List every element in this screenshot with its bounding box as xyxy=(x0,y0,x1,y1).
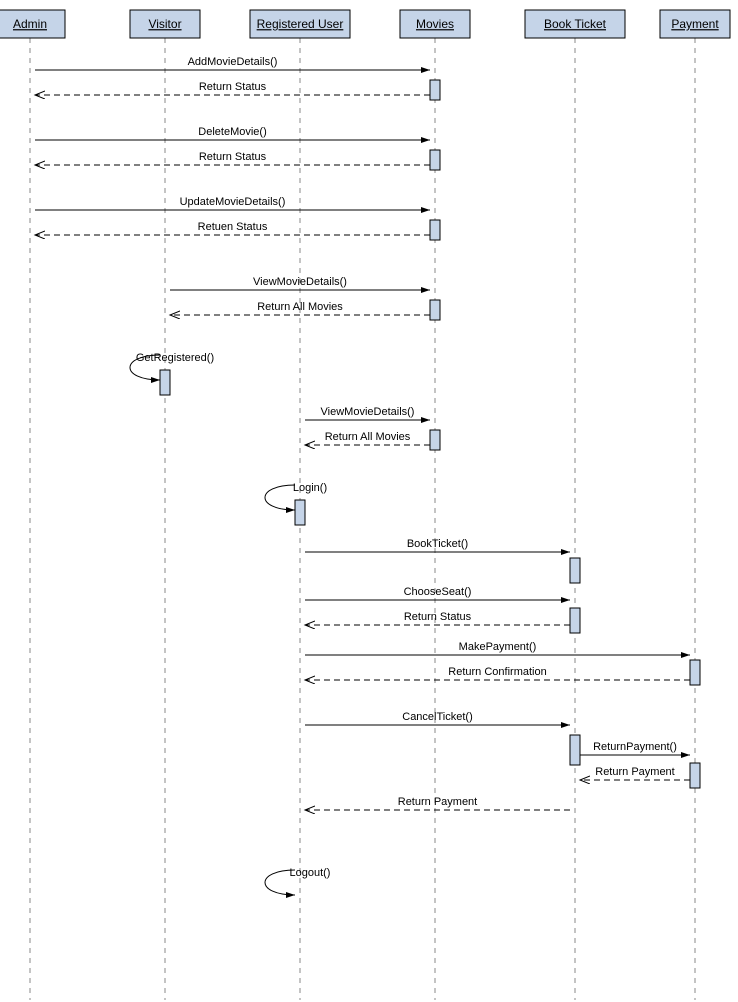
actor-label: Admin xyxy=(13,17,47,31)
activation xyxy=(430,300,440,320)
activation xyxy=(430,80,440,100)
message-label: Logout() xyxy=(290,867,331,879)
activation xyxy=(430,150,440,170)
message: UpdateMovieDetails() xyxy=(35,196,430,210)
actor-label: Payment xyxy=(671,17,719,31)
message-label: MakePayment() xyxy=(459,641,537,653)
actor-movies: Movies xyxy=(400,10,470,38)
message: BookTicket() xyxy=(305,538,570,552)
message-label: GetRegistered() xyxy=(136,352,214,364)
activation xyxy=(570,735,580,765)
message-label: CancelTicket() xyxy=(402,711,473,723)
actor-label: Registered User xyxy=(257,17,344,31)
message: GetRegistered() xyxy=(130,352,214,380)
activation xyxy=(160,370,170,395)
actor-book: Book Ticket xyxy=(525,10,625,38)
message-label: ChooseSeat() xyxy=(404,586,472,598)
message-label: Return Confirmation xyxy=(448,666,546,678)
actor-admin: Admin xyxy=(0,10,65,38)
message: AddMovieDetails() xyxy=(35,56,430,70)
message: ChooseSeat() xyxy=(305,586,570,600)
message-label: BookTicket() xyxy=(407,538,468,550)
message: Return Status xyxy=(35,151,430,165)
message: Return Payment xyxy=(305,796,570,810)
actor-reguser: Registered User xyxy=(250,10,350,38)
activation xyxy=(430,220,440,240)
message-label: Retuen Status xyxy=(198,221,268,233)
message-label: Return Payment xyxy=(595,766,674,778)
message: CancelTicket() xyxy=(305,711,570,725)
message: ReturnPayment() xyxy=(580,741,690,755)
message-label: UpdateMovieDetails() xyxy=(180,196,286,208)
message-label: Return Status xyxy=(199,151,267,163)
message: Logout() xyxy=(265,867,330,895)
message: Return Confirmation xyxy=(305,666,690,680)
message: Return Status xyxy=(35,81,430,95)
message-label: ViewMovieDetails() xyxy=(321,406,415,418)
message: Return Payment xyxy=(580,766,690,780)
actor-label: Book Ticket xyxy=(544,17,607,31)
activation xyxy=(295,500,305,525)
message-label: DeleteMovie() xyxy=(198,126,266,138)
message-label: ViewMovieDetails() xyxy=(253,276,347,288)
actor-label: Movies xyxy=(416,17,454,31)
message-label: Return All Movies xyxy=(257,301,343,313)
activation xyxy=(690,763,700,788)
message: Return All Movies xyxy=(305,431,430,445)
message: DeleteMovie() xyxy=(35,126,430,140)
message-label: Return Status xyxy=(199,81,267,93)
activation xyxy=(430,430,440,450)
actor-label: Visitor xyxy=(148,17,181,31)
activation xyxy=(570,558,580,583)
message-label: ReturnPayment() xyxy=(593,741,677,753)
message: ViewMovieDetails() xyxy=(170,276,430,290)
activation xyxy=(570,608,580,633)
actor-payment: Payment xyxy=(660,10,730,38)
message-label: Return Payment xyxy=(398,796,477,808)
message: Return Status xyxy=(305,611,570,625)
message-label: Return All Movies xyxy=(325,431,411,443)
message: ViewMovieDetails() xyxy=(305,406,430,420)
message: MakePayment() xyxy=(305,641,690,655)
message: Return All Movies xyxy=(170,301,430,315)
message-label: Login() xyxy=(293,482,327,494)
actor-visitor: Visitor xyxy=(130,10,200,38)
sequence-diagram: AddMovieDetails() Return Status DeleteMovi… xyxy=(0,0,738,1002)
message-label: AddMovieDetails() xyxy=(188,56,278,68)
message: Retuen Status xyxy=(35,221,430,235)
message-label: Return Status xyxy=(404,611,472,623)
activation xyxy=(690,660,700,685)
